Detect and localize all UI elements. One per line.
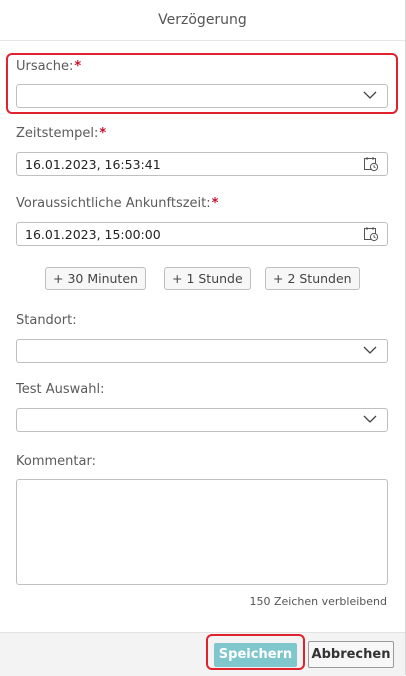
required-mark: * [74, 59, 82, 74]
add-30-minutes-button[interactable]: + 30 Minuten [45, 267, 146, 290]
timestamp-label: Zeitstempel:* [16, 126, 106, 141]
cause-select[interactable] [16, 84, 388, 108]
required-mark: * [211, 196, 219, 211]
chevron-down-icon [363, 346, 377, 354]
chevron-down-icon [363, 415, 377, 423]
eta-label: Voraussichtliche Ankunftszeit:* [16, 196, 218, 211]
add-1-hour-button[interactable]: + 1 Stunde [164, 267, 251, 290]
test-select[interactable] [16, 408, 388, 432]
eta-value: 16.01.2023, 15:00:00 [25, 227, 161, 242]
cancel-button[interactable]: Abbrechen [308, 641, 394, 668]
location-select[interactable] [16, 339, 388, 363]
calendar-clock-icon[interactable] [363, 156, 379, 172]
timestamp-label-text: Zeitstempel: [16, 126, 99, 141]
comment-textarea[interactable] [16, 479, 388, 585]
location-label: Standort: [16, 313, 77, 328]
timestamp-value: 16.01.2023, 16:53:41 [25, 157, 161, 172]
required-mark: * [99, 126, 107, 141]
calendar-clock-icon[interactable] [363, 226, 379, 242]
delay-dialog: Verzögerung Ursache:* Zeitstempel:* 16.0… [0, 0, 406, 676]
comment-label: Kommentar: [16, 454, 96, 469]
char-counter: 150 Zeichen verbleibend [249, 595, 387, 608]
add-2-hours-button[interactable]: + 2 Stunden [265, 267, 360, 290]
chevron-down-icon [363, 91, 377, 99]
test-select-label: Test Auswahl: [16, 382, 105, 397]
eta-label-text: Voraussichtliche Ankunftszeit: [16, 196, 211, 211]
cause-label: Ursache:* [16, 59, 81, 74]
timestamp-input[interactable]: 16.01.2023, 16:53:41 [16, 152, 388, 176]
save-button[interactable]: Speichern [214, 643, 297, 667]
eta-input[interactable]: 16.01.2023, 15:00:00 [16, 222, 388, 246]
cause-label-text: Ursache: [16, 59, 74, 74]
dialog-title: Verzögerung [0, 0, 405, 41]
